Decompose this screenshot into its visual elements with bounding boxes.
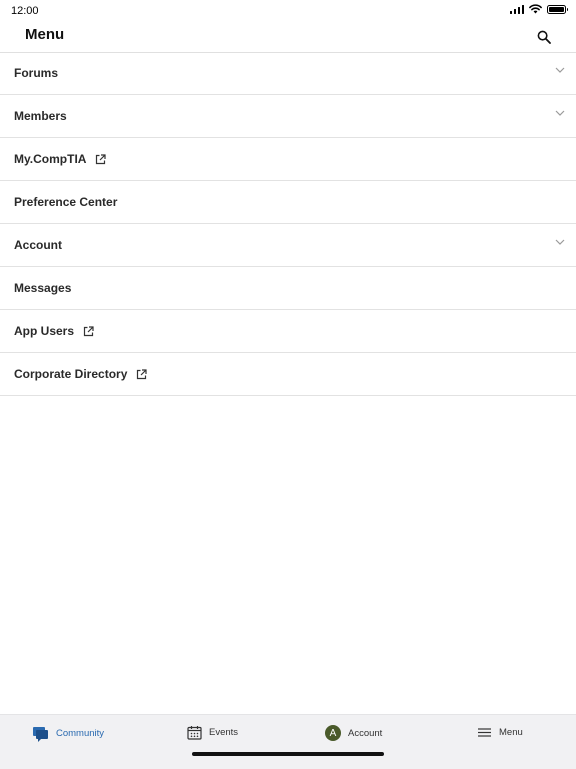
tab-menu[interactable]: Menu bbox=[477, 725, 523, 740]
tab-label: Community bbox=[56, 728, 105, 739]
search-icon bbox=[537, 30, 551, 44]
external-link-icon bbox=[95, 153, 107, 165]
menu-item-members[interactable]: Members bbox=[0, 95, 576, 138]
hamburger-icon bbox=[478, 728, 491, 737]
menu-item-label: Account bbox=[14, 238, 62, 252]
menu-item-account[interactable]: Account bbox=[0, 224, 576, 267]
header: Menu bbox=[0, 20, 576, 53]
menu-item-label: Forums bbox=[14, 66, 59, 80]
chevron-down-icon[interactable] bbox=[555, 67, 565, 73]
status-time: 12:00 bbox=[11, 5, 39, 17]
tab-account[interactable]: A Account bbox=[325, 725, 382, 741]
menu-item-label: Members bbox=[14, 109, 67, 123]
menu-list: Forums Members My.CompTIA Preference Cen… bbox=[0, 52, 576, 396]
tab-label: Menu bbox=[499, 727, 523, 738]
search-button[interactable] bbox=[532, 25, 556, 49]
menu-item-mycomptia[interactable]: My.CompTIA bbox=[0, 138, 576, 181]
menu-item-label: Preference Center bbox=[14, 195, 118, 209]
menu-item-messages[interactable]: Messages bbox=[0, 267, 576, 310]
cellular-signal-icon bbox=[509, 4, 524, 14]
tab-events[interactable]: Events bbox=[187, 725, 238, 740]
menu-item-corporate-directory[interactable]: Corporate Directory bbox=[0, 353, 576, 396]
battery-icon bbox=[547, 4, 568, 14]
menu-item-app-users[interactable]: App Users bbox=[0, 310, 576, 353]
menu-item-label: Corporate Directory bbox=[14, 367, 128, 381]
tab-label: Account bbox=[348, 727, 383, 739]
calendar-icon bbox=[187, 726, 202, 740]
wifi-icon bbox=[529, 4, 542, 14]
tab-label: Events bbox=[209, 727, 239, 738]
status-icons bbox=[509, 4, 568, 14]
status-bar: 12:00 bbox=[0, 0, 576, 20]
chat-bubbles-icon bbox=[33, 727, 48, 742]
menu-item-label: App Users bbox=[14, 324, 75, 338]
menu-item-preference-center[interactable]: Preference Center bbox=[0, 181, 576, 224]
tab-bar: Community Events A Account Menu bbox=[0, 714, 576, 769]
external-link-icon bbox=[136, 368, 147, 380]
menu-item-label: Messages bbox=[14, 281, 72, 295]
tab-community[interactable]: Community bbox=[32, 725, 104, 742]
avatar: A bbox=[325, 725, 341, 741]
chevron-down-icon[interactable] bbox=[555, 110, 565, 116]
external-link-icon bbox=[83, 325, 94, 337]
chevron-down-icon[interactable] bbox=[555, 239, 565, 245]
home-indicator bbox=[192, 752, 384, 756]
menu-item-forums[interactable]: Forums bbox=[0, 52, 576, 95]
page-title: Menu bbox=[25, 26, 65, 43]
menu-item-label: My.CompTIA bbox=[14, 152, 87, 166]
